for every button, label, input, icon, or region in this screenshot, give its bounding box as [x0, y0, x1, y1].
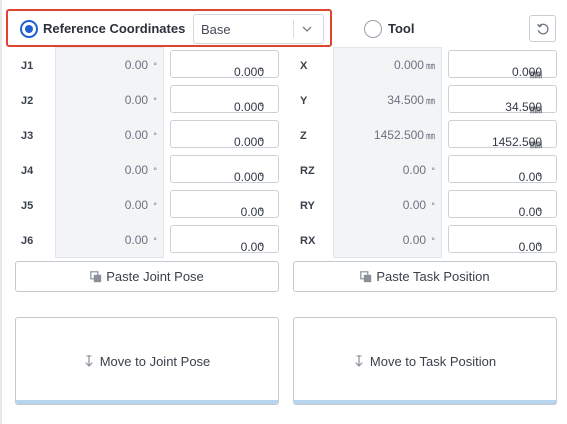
paste-icon — [360, 271, 372, 283]
joint-current-value: 0.00 ° — [124, 198, 157, 212]
joint-row-label: J5 — [21, 200, 34, 212]
reference-coordinates-radio[interactable] — [20, 20, 38, 38]
task-row-label: Z — [300, 130, 307, 142]
task-current-value: 0.00 ° — [402, 233, 435, 247]
tool-label: Tool — [388, 21, 415, 36]
paste-joint-pose-button[interactable]: Paste Joint Pose — [15, 261, 279, 292]
joint-row-label: J3 — [21, 130, 34, 142]
move-to-joint-pose-label: Move to Joint Pose — [99, 354, 211, 369]
task-row-label: RZ — [300, 165, 315, 177]
task-current-value: 34.500 ㎜ — [387, 93, 435, 107]
move-to-joint-pose-button[interactable]: Move to Joint Pose — [15, 317, 279, 405]
joint-row-label: J4 — [21, 165, 34, 177]
joint-current-value: 0.00 ° — [124, 128, 157, 142]
task-input-field[interactable]: 34.500 ㎜ — [448, 85, 557, 116]
move-button-accent-bar — [294, 400, 556, 404]
joint-row-label: J6 — [21, 235, 34, 247]
paste-icon — [90, 271, 102, 283]
joint-row-label: J1 — [21, 60, 34, 72]
move-button-accent-bar — [16, 400, 278, 404]
joint-current-value: 0.00 ° — [124, 233, 157, 247]
move-to-task-position-button[interactable]: Move to Task Position — [293, 317, 557, 405]
joint-current-panel — [55, 47, 164, 258]
paste-joint-pose-label: Paste Joint Pose — [106, 269, 204, 284]
task-input-field[interactable]: 0.00 ° — [448, 225, 557, 254]
joint-row-label: J2 — [21, 95, 34, 107]
task-current-panel — [333, 47, 442, 258]
select-divider — [293, 20, 294, 38]
move-down-arrow-icon — [355, 355, 363, 367]
task-current-value: 1452.500 ㎜ — [373, 128, 435, 142]
paste-task-position-label: Paste Task Position — [376, 269, 490, 284]
joint-input-field[interactable]: 0.00 ° — [170, 225, 279, 254]
task-current-value: 0.000 ㎜ — [393, 58, 435, 72]
reset-button[interactable] — [529, 15, 556, 42]
chevron-down-icon — [302, 26, 312, 32]
task-input-field[interactable]: 1452.500 ㎜ — [448, 120, 557, 151]
reference-frame-value: Base — [201, 22, 231, 37]
left-edge-divider — [0, 0, 2, 424]
joint-input-field[interactable]: 0.000 ° — [170, 85, 279, 114]
reset-icon — [537, 23, 549, 35]
task-input-field[interactable]: 0.00 ° — [448, 190, 557, 219]
task-current-value: 0.00 ° — [402, 163, 435, 177]
task-row-label: X — [300, 60, 308, 72]
joint-current-value: 0.00 ° — [124, 58, 157, 72]
joint-input-field[interactable]: 0.000 ° — [170, 155, 279, 184]
tool-radio[interactable] — [364, 20, 382, 38]
task-row-label: RX — [300, 235, 316, 247]
joint-input-field[interactable]: 0.000 ° — [170, 50, 279, 79]
joint-input-field[interactable]: 0.000 ° — [170, 120, 279, 149]
task-row-label: RY — [300, 200, 315, 212]
task-input-field[interactable]: 0.000 ㎜ — [448, 50, 557, 81]
reference-coordinates-label: Reference Coordinates — [43, 21, 186, 36]
task-row-label: Y — [300, 95, 308, 107]
joint-current-value: 0.00 ° — [124, 163, 157, 177]
joint-current-value: 0.00 ° — [124, 93, 157, 107]
task-input-field[interactable]: 0.00 ° — [448, 155, 557, 184]
paste-task-position-button[interactable]: Paste Task Position — [293, 261, 557, 292]
move-down-arrow-icon — [85, 355, 93, 367]
joint-input-field[interactable]: 0.00 ° — [170, 190, 279, 219]
task-current-value: 0.00 ° — [402, 198, 435, 212]
move-to-task-position-label: Move to Task Position — [369, 354, 497, 369]
reference-frame-select[interactable]: Base — [193, 14, 324, 44]
